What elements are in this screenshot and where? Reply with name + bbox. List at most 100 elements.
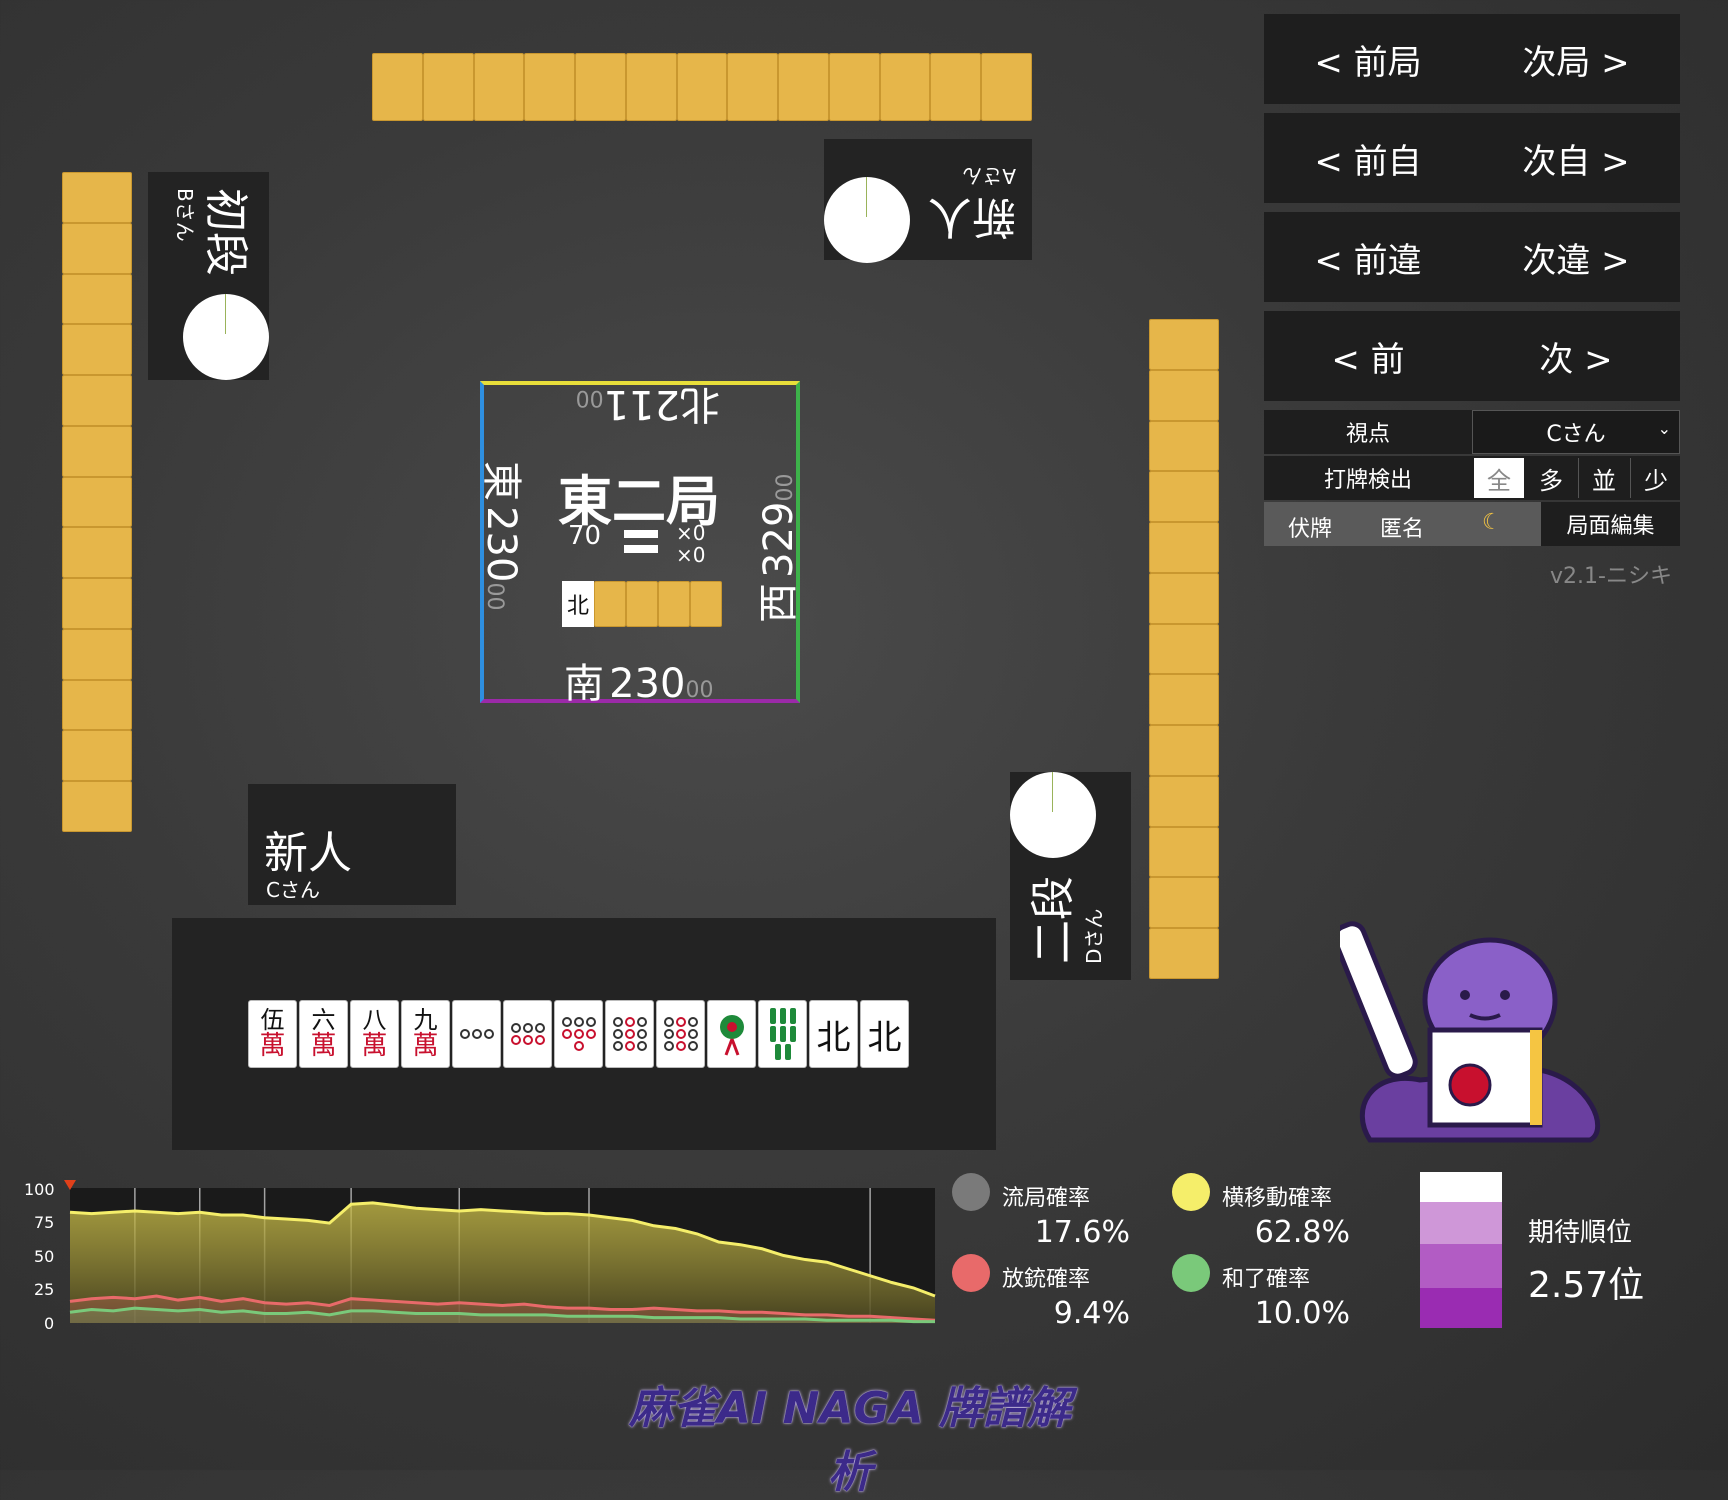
score-bottom-sub: 00 xyxy=(685,678,714,703)
tile-back xyxy=(727,53,779,121)
next-self-button[interactable]: 次自 > xyxy=(1472,113,1680,203)
hand-tile[interactable]: 伍萬 xyxy=(248,1000,297,1068)
score-right-wind: 西 xyxy=(756,583,802,623)
detect-option-normal[interactable]: 並 xyxy=(1578,458,1629,498)
tile-suit: 萬 xyxy=(310,1030,337,1061)
anonymous-toggle[interactable]: 匿名 xyxy=(1380,511,1424,543)
dora-indicator-tile: 北 xyxy=(562,581,594,627)
tile-back xyxy=(1149,775,1219,827)
hora-label: 和了確率 xyxy=(1222,1267,1311,1292)
y-tick-label: 25 xyxy=(34,1280,55,1299)
hand-tile[interactable] xyxy=(707,1000,756,1068)
y-tick-label: 0 xyxy=(44,1314,55,1333)
tile-back xyxy=(1149,623,1219,675)
chart-svg xyxy=(64,1180,936,1324)
tile-back xyxy=(524,53,576,121)
hand-tile[interactable]: 北 xyxy=(860,1000,909,1068)
app-logo: 麻雀AI NAGA 牌譜解析 xyxy=(628,1383,1072,1498)
hand-tile[interactable] xyxy=(452,1000,501,1068)
prev-self-button[interactable]: < 前自 xyxy=(1264,113,1472,203)
ryukyoku-dot xyxy=(952,1173,990,1211)
ryukyoku-label: 流局確率 xyxy=(1002,1186,1091,1211)
player-north-pie xyxy=(824,177,910,263)
tile-honor: 北 xyxy=(867,1017,902,1058)
center-info: 北21100 東 23000 西 32900 南 23000 東二局 70 ×0… xyxy=(478,381,802,707)
hand-tile[interactable] xyxy=(758,1000,807,1068)
pin-6-icon xyxy=(508,1022,548,1046)
hand-tile[interactable] xyxy=(605,1000,654,1068)
viewpoint-value: Cさん xyxy=(1546,422,1606,447)
player-west-rank: 初段 xyxy=(200,188,251,276)
score-top: 北21100 xyxy=(576,381,720,437)
nav-row-step: < 前 次 > xyxy=(1264,311,1680,401)
tile-back xyxy=(62,730,132,782)
tile-back xyxy=(930,53,982,121)
player-north-rank: 新人 xyxy=(928,191,1016,242)
score-right-value: 329 xyxy=(756,501,802,578)
hide-tiles-toggle[interactable]: 伏牌 xyxy=(1288,511,1332,543)
player-self-rank: 新人 xyxy=(264,828,352,879)
east-wall xyxy=(1149,319,1219,979)
detect-option-all[interactable]: 全 xyxy=(1474,458,1524,498)
player-east-pie xyxy=(1010,772,1096,858)
houju-value: 9.4% xyxy=(1053,1296,1130,1331)
score-left: 東 23000 xyxy=(478,461,534,611)
next-button[interactable]: 次 > xyxy=(1472,311,1680,401)
hand-tile[interactable]: 北 xyxy=(809,1000,858,1068)
player-north-name: Aさん xyxy=(962,164,1016,188)
viewpoint-select[interactable]: Cさん ⌄ xyxy=(1472,410,1680,454)
tile-back xyxy=(62,476,132,528)
tile-back xyxy=(1149,674,1219,726)
next-round-button[interactable]: 次局 > xyxy=(1472,14,1680,104)
pin-9-icon xyxy=(610,1016,650,1052)
tile-back xyxy=(372,53,423,121)
detect-row: 打牌検出 全 多 並 少 xyxy=(1264,456,1680,500)
tile-suit: 萬 xyxy=(412,1030,439,1061)
tile-back xyxy=(62,324,132,376)
hand-tile[interactable] xyxy=(656,1000,705,1068)
moon-icon[interactable]: ☾ xyxy=(1482,510,1502,535)
ryukyoku-value: 17.6% xyxy=(1034,1215,1130,1250)
edit-button[interactable]: 局面編集 xyxy=(1541,502,1680,546)
player-east-box: 二段 Dさん xyxy=(1010,772,1131,980)
hand-tile[interactable]: 九萬 xyxy=(401,1000,450,1068)
west-wall xyxy=(62,172,132,832)
hand-tile[interactable]: 六萬 xyxy=(299,1000,348,1068)
next-diff-button[interactable]: 次違 > xyxy=(1472,212,1680,302)
tile-suit: 萬 xyxy=(361,1030,388,1061)
detect-option-few[interactable]: 少 xyxy=(1630,458,1681,498)
rank-distribution-bar xyxy=(1420,1172,1502,1328)
prev-button[interactable]: < 前 xyxy=(1264,311,1472,401)
expected-rank-label: 期待順位 xyxy=(1528,1218,1633,1248)
tile-back xyxy=(62,222,132,274)
tile-back xyxy=(62,628,132,680)
y-tick-label: 50 xyxy=(34,1247,55,1266)
viewpoint-row: 視点 Cさん ⌄ xyxy=(1264,410,1680,454)
prev-round-button[interactable]: < 前局 xyxy=(1264,14,1472,104)
score-right-sub: 00 xyxy=(773,473,798,502)
tile-back xyxy=(1149,319,1219,370)
detect-label: 打牌検出 xyxy=(1323,468,1412,493)
chevron-down-icon: ⌄ xyxy=(1657,419,1671,438)
yokoido-value: 62.8% xyxy=(1254,1215,1350,1250)
prev-diff-button[interactable]: < 前違 xyxy=(1264,212,1472,302)
score-top-wind: 北 xyxy=(680,381,720,427)
hand-tile[interactable]: 八萬 xyxy=(350,1000,399,1068)
pin-9-icon xyxy=(661,1016,701,1052)
dora-back-tile xyxy=(626,581,658,627)
nav-row-round: < 前局 次局 > xyxy=(1264,14,1680,104)
dora-back-tile xyxy=(658,581,690,627)
player-west-pie xyxy=(183,294,269,380)
score-left-wind: 東 xyxy=(478,461,524,501)
viewpoint-label: 視点 xyxy=(1345,422,1390,447)
hand-tile[interactable] xyxy=(503,1000,552,1068)
player-west-box: 初段 Bさん xyxy=(148,172,269,380)
score-left-value: 230 xyxy=(478,506,524,583)
score-top-sub: 00 xyxy=(575,385,604,410)
tile-back xyxy=(676,53,728,121)
pin-3-icon xyxy=(457,1028,497,1040)
hand-tile[interactable] xyxy=(554,1000,603,1068)
honba-count: 70 xyxy=(568,521,602,551)
tile-rank: 九 xyxy=(413,1005,438,1034)
detect-option-many[interactable]: 多 xyxy=(1526,458,1576,498)
